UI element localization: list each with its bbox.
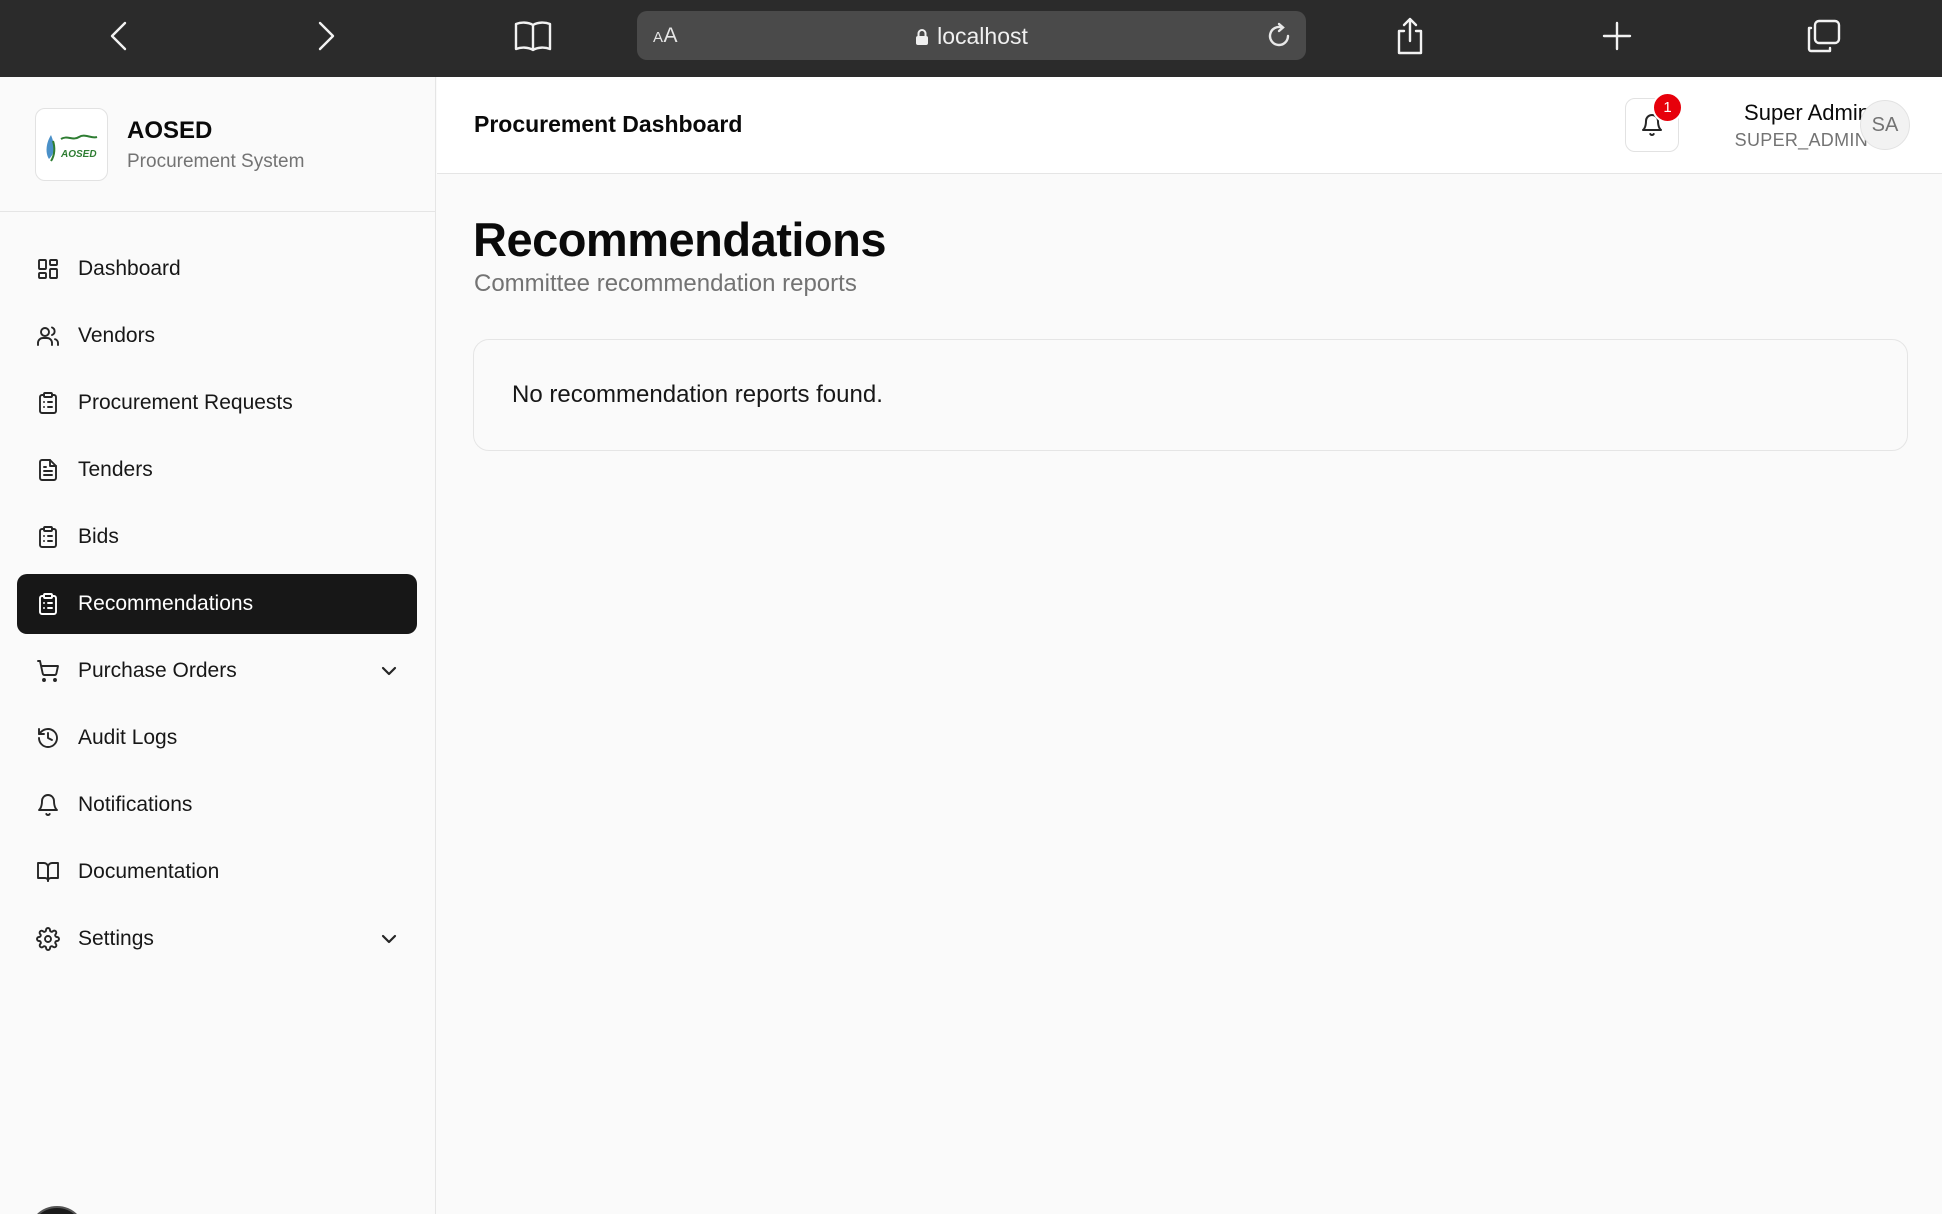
back-button[interactable] bbox=[95, 14, 143, 58]
forward-icon bbox=[318, 21, 335, 51]
chevron-down-icon[interactable] bbox=[379, 661, 399, 681]
user-name: Super Admin bbox=[1744, 100, 1870, 125]
new-tab-icon bbox=[1602, 21, 1632, 51]
aosed-logo-icon: AOSED bbox=[46, 134, 97, 162]
sidebar-item-label: Audit Logs bbox=[78, 726, 178, 749]
cart-icon bbox=[36, 659, 60, 683]
logo-wordmark: AOSED bbox=[60, 149, 97, 160]
reload-icon bbox=[1268, 22, 1290, 47]
share-icon bbox=[1397, 17, 1423, 55]
reload-button[interactable] bbox=[1262, 19, 1296, 53]
bookmarks-icon bbox=[514, 21, 552, 52]
page-title: Recommendations bbox=[473, 213, 886, 266]
header-title: Procurement Dashboard bbox=[474, 111, 743, 137]
back-icon bbox=[110, 21, 127, 51]
bookmarks-button[interactable] bbox=[509, 14, 557, 58]
chevron-down-icon[interactable] bbox=[379, 929, 399, 949]
sidebar-item-label: Documentation bbox=[78, 860, 220, 883]
sidebar-nav: Dashboard Vendors Procurement Requests T… bbox=[17, 239, 417, 976]
sidebar: AOSED AOSED Procurement System Dashboard… bbox=[0, 77, 436, 1214]
tabs-icon bbox=[1807, 19, 1841, 53]
user-role: SUPER_ADMIN bbox=[1734, 130, 1868, 150]
lock-icon bbox=[916, 28, 929, 45]
sidebar-item-label: Recommendations bbox=[78, 592, 254, 615]
sidebar-item-procurement-requests[interactable]: Procurement Requests bbox=[17, 373, 417, 433]
sidebar-item-vendors[interactable]: Vendors bbox=[17, 306, 417, 366]
avatar[interactable]: SA bbox=[1860, 100, 1910, 150]
tabs-overview-button[interactable] bbox=[1800, 14, 1848, 58]
file-text-icon bbox=[36, 458, 60, 482]
url-text: localhost bbox=[937, 23, 1028, 49]
brand-logo[interactable]: AOSED bbox=[35, 108, 108, 181]
book-icon bbox=[36, 860, 60, 884]
clipboard-check-icon bbox=[36, 592, 60, 616]
clipboard-list-icon bbox=[36, 525, 60, 549]
brand-subtitle: Procurement System bbox=[127, 151, 305, 172]
forward-button[interactable] bbox=[302, 14, 350, 58]
brand-name: AOSED bbox=[127, 117, 213, 144]
dashboard-grid-icon bbox=[36, 257, 60, 281]
clipboard-icon bbox=[36, 391, 60, 415]
sidebar-item-settings[interactable]: Settings bbox=[17, 909, 417, 969]
sidebar-item-bids[interactable]: Bids bbox=[17, 507, 417, 567]
sidebar-item-tenders[interactable]: Tenders bbox=[17, 440, 417, 500]
sidebar-item-label: Purchase Orders bbox=[78, 659, 237, 682]
sidebar-item-audit-logs[interactable]: Audit Logs bbox=[17, 708, 417, 768]
sidebar-item-documentation[interactable]: Documentation bbox=[17, 842, 417, 902]
browser-toolbar: AA localhost bbox=[0, 0, 1942, 77]
address-bar[interactable]: AA localhost bbox=[637, 11, 1306, 60]
empty-state-message: No recommendation reports found. bbox=[512, 381, 883, 408]
sidebar-item-label: Procurement Requests bbox=[78, 391, 293, 414]
sidebar-item-label: Dashboard bbox=[78, 257, 181, 280]
gear-icon bbox=[36, 927, 60, 951]
page-subtitle: Committee recommendation reports bbox=[474, 270, 857, 297]
new-tab-button[interactable] bbox=[1593, 14, 1641, 58]
share-button[interactable] bbox=[1386, 14, 1434, 58]
notification-count-badge: 1 bbox=[1652, 92, 1683, 123]
sidebar-item-label: Vendors bbox=[78, 324, 156, 347]
sidebar-item-recommendations[interactable]: Recommendations bbox=[17, 574, 417, 634]
users-icon bbox=[36, 324, 60, 348]
sidebar-item-label: Bids bbox=[78, 525, 119, 548]
brand-header: AOSED AOSED Procurement System bbox=[0, 77, 435, 212]
empty-state-card: No recommendation reports found. bbox=[473, 339, 1908, 451]
top-header: Procurement Dashboard 1 Super Admin SUPE… bbox=[437, 77, 1942, 174]
sidebar-item-label: Tenders bbox=[78, 458, 153, 481]
history-icon bbox=[36, 726, 60, 750]
sidebar-item-purchase-orders[interactable]: Purchase Orders bbox=[17, 641, 417, 701]
nextjs-dev-tools-button[interactable]: N bbox=[28, 1206, 86, 1214]
sidebar-item-notifications[interactable]: Notifications bbox=[17, 775, 417, 835]
sidebar-item-label: Settings bbox=[78, 927, 154, 950]
sidebar-item-label: Notifications bbox=[78, 793, 193, 816]
bell-icon bbox=[36, 793, 60, 817]
sidebar-item-dashboard[interactable]: Dashboard bbox=[17, 239, 417, 299]
